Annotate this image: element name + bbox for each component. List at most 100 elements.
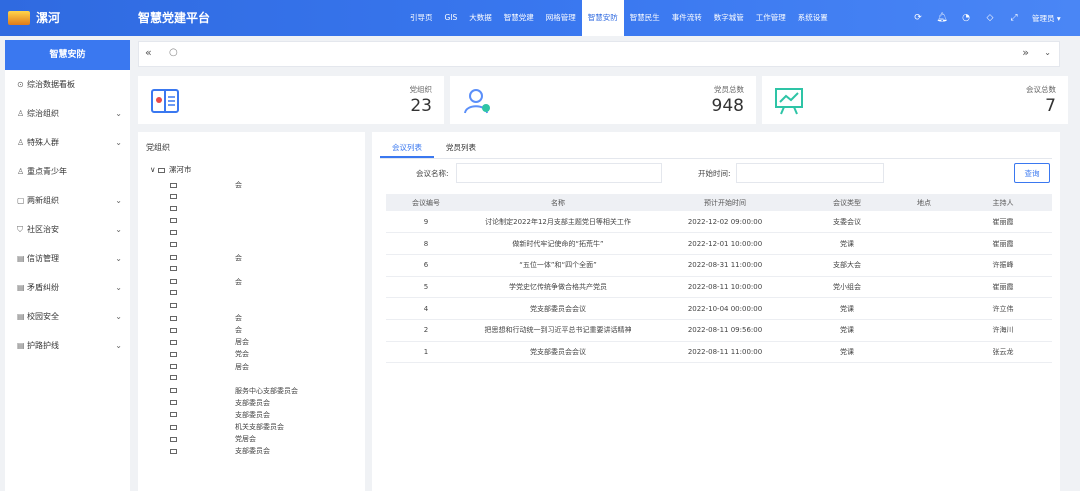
tree-node-label: 支部委员会 <box>235 398 270 407</box>
nav-item[interactable]: 智慧党建 <box>498 0 540 36</box>
chevron-down-icon[interactable]: ⌄ <box>115 273 122 302</box>
chevron-down-icon[interactable]: ⌄ <box>115 302 122 331</box>
refresh-icon[interactable]: ⟳ <box>906 13 930 23</box>
column-header[interactable]: 名称 <box>466 194 650 211</box>
tree-node-label: 会 <box>235 326 242 335</box>
tree-node[interactable]: 支部委员会 <box>170 398 270 408</box>
home-tab-icon[interactable]: ○ <box>169 47 178 58</box>
chevron-down-icon[interactable]: ∨ <box>150 165 156 174</box>
meeting-table: 会议编号 名称 预计开始时间 会议类型 地点 主持人 9 讨论制定2022年12月支部主题党… <box>386 194 1052 364</box>
tree-node[interactable] <box>170 241 235 249</box>
tree-node[interactable]: 支部委员会 <box>170 410 270 420</box>
table-row[interactable]: 2 把思想和行动统一到习近平总书记重要讲话精神 2022-08-11 09:56:0… <box>386 319 1052 342</box>
column-header[interactable]: 地点 <box>894 194 954 211</box>
nav-item[interactable]: 大数据 <box>463 0 498 36</box>
sidebar-item[interactable]: ▤ 护路护线 ⌄ <box>5 331 130 360</box>
meeting-name-input[interactable] <box>456 163 662 183</box>
fullscreen-icon[interactable]: ⤢ <box>1002 13 1026 23</box>
chevron-down-icon[interactable]: ⌄ <box>115 331 122 360</box>
sidebar-item[interactable]: ⛉ 社区治安 ⌄ <box>5 215 130 244</box>
tree-node[interactable]: 会 <box>170 253 242 263</box>
chevron-down-icon[interactable]: ⌄ <box>115 186 122 215</box>
tree-node[interactable]: 党会 <box>170 349 249 359</box>
query-button[interactable]: 查询 <box>1014 163 1050 183</box>
tree-node[interactable] <box>170 204 235 212</box>
user-menu[interactable]: 管理员 ▾ <box>1032 13 1061 24</box>
scroll-left-icon[interactable]: « <box>145 46 152 59</box>
nav-item[interactable]: 引导页 <box>404 0 439 36</box>
table-cell: 1 <box>386 341 466 364</box>
table-cell: 党课 <box>800 297 894 320</box>
chevron-down-icon[interactable]: ⌄ <box>115 244 122 273</box>
tree-node[interactable] <box>170 289 235 297</box>
table-cell <box>894 297 954 320</box>
tree-node[interactable]: 会 <box>170 325 242 335</box>
table-row[interactable]: 9 讨论制定2022年12月支部主题党日等相关工作 2022-12-02 09:00… <box>386 211 1052 234</box>
table-row[interactable]: 4 党支部委员会会议 2022-10-04 00:00:00 党课 许立伟 <box>386 297 1052 320</box>
nav-item[interactable]: 网格管理 <box>540 0 582 36</box>
nav-item[interactable]: 系统设置 <box>792 0 834 36</box>
sidebar-title: 智慧安防 <box>5 40 130 70</box>
tree-node[interactable]: 会 <box>170 180 242 190</box>
meeting-tab[interactable]: 党员列表 <box>434 138 488 158</box>
column-header[interactable]: 预计开始时间 <box>650 194 800 211</box>
brand[interactable]: 漯河 <box>8 9 60 26</box>
scroll-right-icon[interactable]: » <box>1022 46 1029 59</box>
nav-item[interactable]: GIS <box>439 0 464 36</box>
table-row[interactable]: 1 党支部委员会会议 2022-08-11 11:00:00 党课 张云龙 <box>386 341 1052 364</box>
chart-icon: ⊙ <box>17 80 24 89</box>
message-icon[interactable]: ◔ <box>954 13 978 23</box>
column-header[interactable]: 主持人 <box>954 194 1052 211</box>
party-book-icon <box>151 89 179 113</box>
tree-node[interactable] <box>170 228 235 236</box>
sidebar-item[interactable]: ▤ 信访管理 ⌄ <box>5 244 130 273</box>
sidebar-item-label: 两新组织 <box>27 196 59 205</box>
column-header[interactable]: 会议编号 <box>386 194 466 211</box>
tree-node[interactable] <box>170 192 235 200</box>
table-row[interactable]: 8 做新时代牢记使命的“拓荒牛” 2022-12-01 10:00:00 党课 崔丽霞 <box>386 232 1052 255</box>
folder-icon <box>170 339 177 345</box>
nav-item[interactable]: 智慧安防 <box>581 0 624 36</box>
tree-node[interactable] <box>170 265 235 273</box>
sidebar-item[interactable]: ♙ 重点青少年 <box>5 157 130 186</box>
chevron-down-icon[interactable]: ⌄ <box>115 128 122 157</box>
bell-icon[interactable]: 🔔︎ <box>930 13 954 23</box>
tree-node[interactable]: 服务中心支部委员会 <box>170 386 298 396</box>
table-row[interactable]: 5 学党史忆传统争做合格共产党员 2022-08-11 10:00:00 党小组会 崔丽… <box>386 276 1052 299</box>
sidebar-item[interactable]: ⊙ 综治数据看板 <box>5 70 130 99</box>
tree-node[interactable]: 居会 <box>170 362 249 372</box>
stat-value: 7 <box>1045 96 1056 116</box>
tree-node[interactable] <box>170 216 235 224</box>
nav-item[interactable]: 事件流转 <box>666 0 708 36</box>
org-tree-panel: 党组织 ∨ 漯河市 会会会会会居会 党会 居会 服务中心支部委员会 支部委员会 支部委员会… <box>138 132 365 491</box>
table-cell: 支委会议 <box>800 211 894 234</box>
tree-node[interactable]: 机关支部委员会 <box>170 422 284 432</box>
tree-node[interactable]: 支部委员会 <box>170 446 270 456</box>
start-time-input[interactable] <box>736 163 884 183</box>
tree-node[interactable] <box>170 374 235 382</box>
tree-node[interactable]: 党居会 <box>170 434 256 444</box>
column-header[interactable]: 会议类型 <box>800 194 894 211</box>
sidebar-item[interactable]: ♙ 特殊人群 ⌄ <box>5 128 130 157</box>
tree-node[interactable]: 会 <box>170 277 242 287</box>
tabs-dropdown-icon[interactable]: ⌄ <box>1044 48 1051 57</box>
sidebar-item[interactable]: ♙ 综治组织 ⌄ <box>5 99 130 128</box>
meeting-panel: 会议列表 党员列表 会议名称: 开始时间: 查询 会议编号 名称 预计开始时间 会议类型… <box>372 132 1060 491</box>
folder-icon <box>170 290 177 296</box>
tree-node[interactable]: 会 <box>170 313 242 323</box>
tree-node[interactable]: 居会 <box>170 337 249 347</box>
tree-node[interactable] <box>170 301 235 309</box>
chevron-down-icon[interactable]: ⌄ <box>115 99 122 128</box>
chevron-down-icon[interactable]: ⌄ <box>115 215 122 244</box>
stat-card-party-org: 党组织 23 <box>138 76 444 124</box>
table-row[interactable]: 6 “五位一体”和“四个全面” 2022-08-31 11:00:00 支部大会 许振峰 <box>386 254 1052 277</box>
nav-item[interactable]: 工作管理 <box>750 0 792 36</box>
nav-item[interactable]: 智慧民生 <box>624 0 666 36</box>
sidebar-item[interactable]: ▢ 两新组织 ⌄ <box>5 186 130 215</box>
tag-icon[interactable]: ◇ <box>978 13 1002 23</box>
tree-root[interactable]: ∨ 漯河市 <box>150 164 191 175</box>
sidebar-item[interactable]: ▤ 校园安全 ⌄ <box>5 302 130 331</box>
meeting-tab[interactable]: 会议列表 <box>380 138 434 158</box>
sidebar-item[interactable]: ▤ 矛盾纠纷 ⌄ <box>5 273 130 302</box>
nav-item[interactable]: 数字城管 <box>708 0 750 36</box>
